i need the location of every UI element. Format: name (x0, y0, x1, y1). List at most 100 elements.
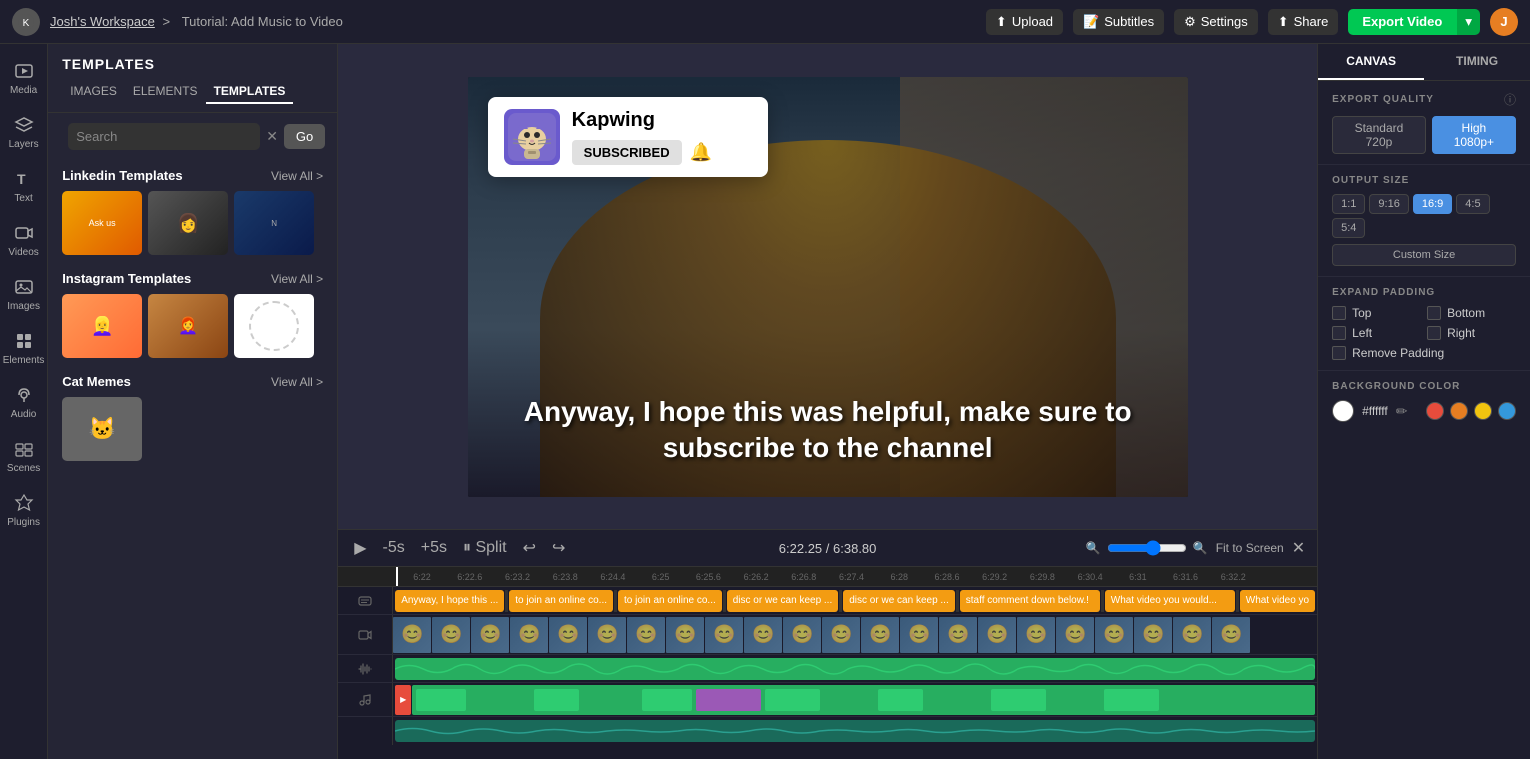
instagram-view-all[interactable]: View All > (271, 272, 323, 286)
tab-canvas[interactable]: CANVAS (1318, 44, 1424, 80)
color-swatch-yellow[interactable] (1474, 402, 1492, 420)
color-swatch-blue[interactable] (1498, 402, 1516, 420)
color-edit-icon[interactable]: ✏ (1396, 403, 1408, 420)
sidebar-item-layers[interactable]: Layers (1, 106, 47, 158)
subtitle-segment[interactable]: Anyway, I hope this ... (395, 590, 504, 612)
tab-timing[interactable]: TIMING (1424, 44, 1530, 80)
audio-waveform-area[interactable] (393, 655, 1317, 682)
instagram-section-title: Instagram Templates (62, 271, 191, 286)
cat-view-all[interactable]: View All > (271, 375, 323, 389)
clear-search-button[interactable]: ✕ (266, 128, 278, 145)
color-preview[interactable] (1332, 400, 1354, 422)
panel-header: TEMPLATES (48, 44, 337, 80)
expand-bottom-item[interactable]: Bottom (1427, 306, 1516, 320)
color-swatches (1426, 402, 1516, 420)
zoom-out-icon: 🔍 (1086, 541, 1101, 555)
subtitle-segment[interactable]: staff comment down below.! (960, 590, 1100, 612)
cat-section-title: Cat Memes (62, 374, 131, 389)
subtitle-segment[interactable]: to join an online co... (618, 590, 722, 612)
redo-button[interactable]: ↪ (548, 536, 569, 560)
audio-track-row (338, 655, 1317, 683)
skip-forward-button[interactable]: +5s (417, 537, 451, 559)
sidebar-item-videos[interactable]: Videos (1, 214, 47, 266)
play-button[interactable]: ▶ (350, 536, 370, 560)
info-icon[interactable]: ⓘ (1504, 91, 1516, 108)
color-swatch-orange[interactable] (1450, 402, 1468, 420)
export-main-button[interactable]: Export Video (1348, 9, 1456, 35)
size-16-9-button[interactable]: 16:9 (1413, 194, 1452, 214)
subtitle-segment[interactable]: disc or we can keep ... (727, 590, 839, 612)
ruler-mark: 6:28 (875, 572, 923, 582)
custom-size-button[interactable]: Custom Size (1332, 244, 1516, 266)
expand-bottom-label: Bottom (1447, 306, 1485, 320)
go-button[interactable]: Go (284, 124, 325, 149)
plugins-icon (13, 492, 35, 514)
size-5-4-button[interactable]: 5:4 (1332, 218, 1365, 238)
expand-right-item[interactable]: Right (1427, 326, 1516, 340)
template-thumb[interactable]: 👱‍♀️ (62, 294, 142, 358)
template-thumb[interactable]: 👩‍🦰 (148, 294, 228, 358)
background-color-section: BACKGROUND COLOR #ffffff ✏ (1318, 371, 1530, 432)
skip-back-button[interactable]: -5s (379, 537, 409, 559)
template-thumb[interactable]: 👩 (148, 191, 228, 255)
template-thumb[interactable]: Ask us (62, 191, 142, 255)
undo-button[interactable]: ↩ (519, 536, 540, 560)
remove-padding-checkbox[interactable] (1332, 346, 1346, 360)
bottom-track-row (338, 717, 1317, 745)
color-swatch-red[interactable] (1426, 402, 1444, 420)
sidebar-item-audio[interactable]: Audio (1, 376, 47, 428)
avatar[interactable]: J (1490, 8, 1518, 36)
size-9-16-button[interactable]: 9:16 (1369, 194, 1408, 214)
expand-top-item[interactable]: Top (1332, 306, 1421, 320)
sidebar-item-media[interactable]: Media (1, 52, 47, 104)
subtitle-segment[interactable]: disc or we can keep ... (843, 590, 955, 612)
subtitle-segment[interactable]: to join an online co... (509, 590, 613, 612)
sidebar-item-plugins[interactable]: Plugins (1, 484, 47, 536)
template-thumb[interactable] (234, 294, 314, 358)
standard-quality-button[interactable]: Standard 720p (1332, 116, 1426, 154)
close-timeline-button[interactable]: ✕ (1292, 538, 1305, 558)
sidebar-item-images[interactable]: Images (1, 268, 47, 320)
subtitle-segment[interactable]: What video yo (1240, 590, 1315, 612)
video-canvas[interactable]: Kapwing SUBSCRIBED 🔔 Anyway, I hope this… (468, 77, 1188, 497)
tab-elements[interactable]: ELEMENTS (125, 80, 206, 104)
share-icon: ⬆ (1278, 14, 1289, 30)
ruler-mark: 6:23.2 (494, 572, 542, 582)
size-1-1-button[interactable]: 1:1 (1332, 194, 1365, 214)
subscribe-button[interactable]: SUBSCRIBED (572, 140, 682, 165)
template-thumb[interactable]: N (234, 191, 314, 255)
share-button[interactable]: ⬆ Share (1268, 9, 1339, 35)
size-4-5-button[interactable]: 4:5 (1456, 194, 1489, 214)
bottom-audio-area[interactable] (393, 717, 1317, 745)
expand-left-item[interactable]: Left (1332, 326, 1421, 340)
sidebar-item-elements[interactable]: Elements (1, 322, 47, 374)
zoom-slider[interactable] (1107, 540, 1187, 556)
channel-info: Kapwing SUBSCRIBED 🔔 (572, 109, 752, 165)
remove-padding-item[interactable]: Remove Padding (1332, 346, 1516, 360)
settings-button[interactable]: ⚙ Settings (1174, 9, 1258, 35)
export-dropdown-button[interactable]: ▾ (1456, 9, 1480, 35)
tab-images[interactable]: IMAGES (62, 80, 125, 104)
expand-left-checkbox[interactable] (1332, 326, 1346, 340)
music-segments[interactable]: ▶ (393, 683, 1317, 716)
sidebar-item-text[interactable]: T Text (1, 160, 47, 212)
music-track-row: ▶ (338, 683, 1317, 717)
expand-top-checkbox[interactable] (1332, 306, 1346, 320)
tab-templates[interactable]: TEMPLATES (206, 80, 294, 104)
subtitles-button[interactable]: 📝 Subtitles (1073, 9, 1164, 35)
search-input[interactable] (68, 123, 260, 150)
video-frames[interactable]: 😊 😊 😊 😊 😊 😊 😊 😊 😊 😊 😊 😊 (393, 615, 1317, 654)
expand-bottom-checkbox[interactable] (1427, 306, 1441, 320)
split-button[interactable]: ⏸ Split (459, 537, 511, 559)
upload-button[interactable]: ⬆ Upload (986, 9, 1063, 35)
high-quality-button[interactable]: High 1080p+ (1432, 116, 1516, 154)
subtitle-segments: Anyway, I hope this ... to join an onlin… (393, 587, 1317, 614)
linkedin-view-all[interactable]: View All > (271, 169, 323, 183)
expand-right-checkbox[interactable] (1427, 326, 1441, 340)
fit-to-screen-button[interactable]: Fit to Screen (1216, 541, 1284, 555)
sidebar-item-scenes[interactable]: Scenes (1, 430, 47, 482)
subtitle-segment[interactable]: What video you would... (1105, 590, 1235, 612)
workspace-link[interactable]: Josh's Workspace (50, 14, 155, 29)
template-thumb[interactable]: 🐱 (62, 397, 142, 461)
bell-icon[interactable]: 🔔 (690, 142, 712, 163)
